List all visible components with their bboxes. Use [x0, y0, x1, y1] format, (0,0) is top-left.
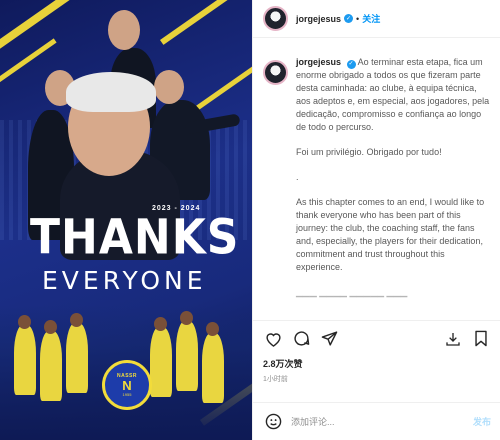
player-head — [180, 311, 193, 325]
post-header: jorgejesus ✓ • 关注 — [253, 0, 500, 38]
caption-text: jorgejesus ✓ Ao terminar esta etapa, fic… — [296, 56, 491, 299]
player-head — [18, 315, 31, 329]
heart-icon[interactable] — [263, 329, 283, 349]
player-figure — [176, 321, 198, 391]
club-crest: NASSR N 1955 — [102, 360, 152, 410]
post-image[interactable]: 2023 - 2024 THANKS EVERYONE NASSR N 1955 — [0, 0, 252, 440]
player-head — [44, 320, 57, 334]
post-time: 1小时前 — [263, 376, 288, 383]
caption-paragraph: jorgejesus ✓ Ao terminar esta etapa, fic… — [296, 56, 491, 134]
player-figure — [14, 325, 36, 395]
coach-head — [108, 10, 140, 50]
comment-bar: 发布 — [253, 402, 500, 440]
caption-row: jorgejesus ✓ Ao terminar esta etapa, fic… — [263, 56, 491, 299]
caption-paragraph: . — [296, 172, 299, 182]
caption-avatar[interactable] — [263, 60, 288, 85]
player-figure — [40, 331, 62, 401]
caption-area[interactable]: jorgejesus ✓ Ao terminar esta etapa, fic… — [253, 38, 500, 320]
action-bar — [253, 320, 500, 356]
download-icon[interactable] — [443, 329, 463, 349]
crest-year: 1955 — [122, 392, 132, 397]
emoji-icon[interactable] — [263, 412, 283, 432]
follow-button[interactable]: 关注 — [362, 12, 380, 25]
instagram-post: 2023 - 2024 THANKS EVERYONE NASSR N 1955… — [0, 0, 500, 440]
caption-username[interactable]: jorgejesus — [296, 57, 341, 67]
player-figure — [202, 333, 224, 403]
headline-everyone: EVERYONE — [42, 266, 207, 295]
headline-thanks: THANKS — [30, 209, 240, 266]
header-username[interactable]: jorgejesus — [296, 14, 341, 24]
share-icon[interactable] — [319, 329, 339, 349]
comment-icon[interactable] — [291, 329, 311, 349]
separator-dot: • — [356, 13, 360, 24]
verified-badge-icon: ✓ — [344, 14, 354, 23]
comment-input[interactable] — [291, 416, 473, 427]
player-head — [154, 317, 167, 331]
verified-badge-icon: ✓ — [346, 60, 356, 69]
post-sidebar: jorgejesus ✓ • 关注 jorgejesus ✓ Ao termin… — [252, 0, 500, 440]
player-figure — [66, 323, 88, 393]
caption-paragraph: Foi um privilégio. Obrigado por tudo! — [296, 147, 442, 157]
coach-portrait-hair — [66, 72, 156, 112]
caption-paragraph-text: Ao terminar esta etapa, fica um enorme o… — [296, 57, 490, 132]
caption-paragraph: As this chapter comes to an end, I would… — [296, 197, 485, 272]
post-comment-button[interactable]: 发布 — [473, 415, 491, 428]
crest-monogram: N — [122, 378, 132, 393]
player-figure — [150, 327, 172, 397]
avatar[interactable] — [263, 6, 288, 31]
player-head — [206, 322, 219, 336]
bookmark-icon[interactable] — [471, 329, 491, 349]
player-head — [70, 313, 83, 327]
like-count[interactable]: 2.8万次赞 — [263, 357, 303, 370]
caption-overflow-text: ▁▁▁ ▁▁▁▁ ▁▁▁▁▁ ▁▁▁ — [296, 287, 408, 297]
coach-head — [154, 70, 184, 104]
